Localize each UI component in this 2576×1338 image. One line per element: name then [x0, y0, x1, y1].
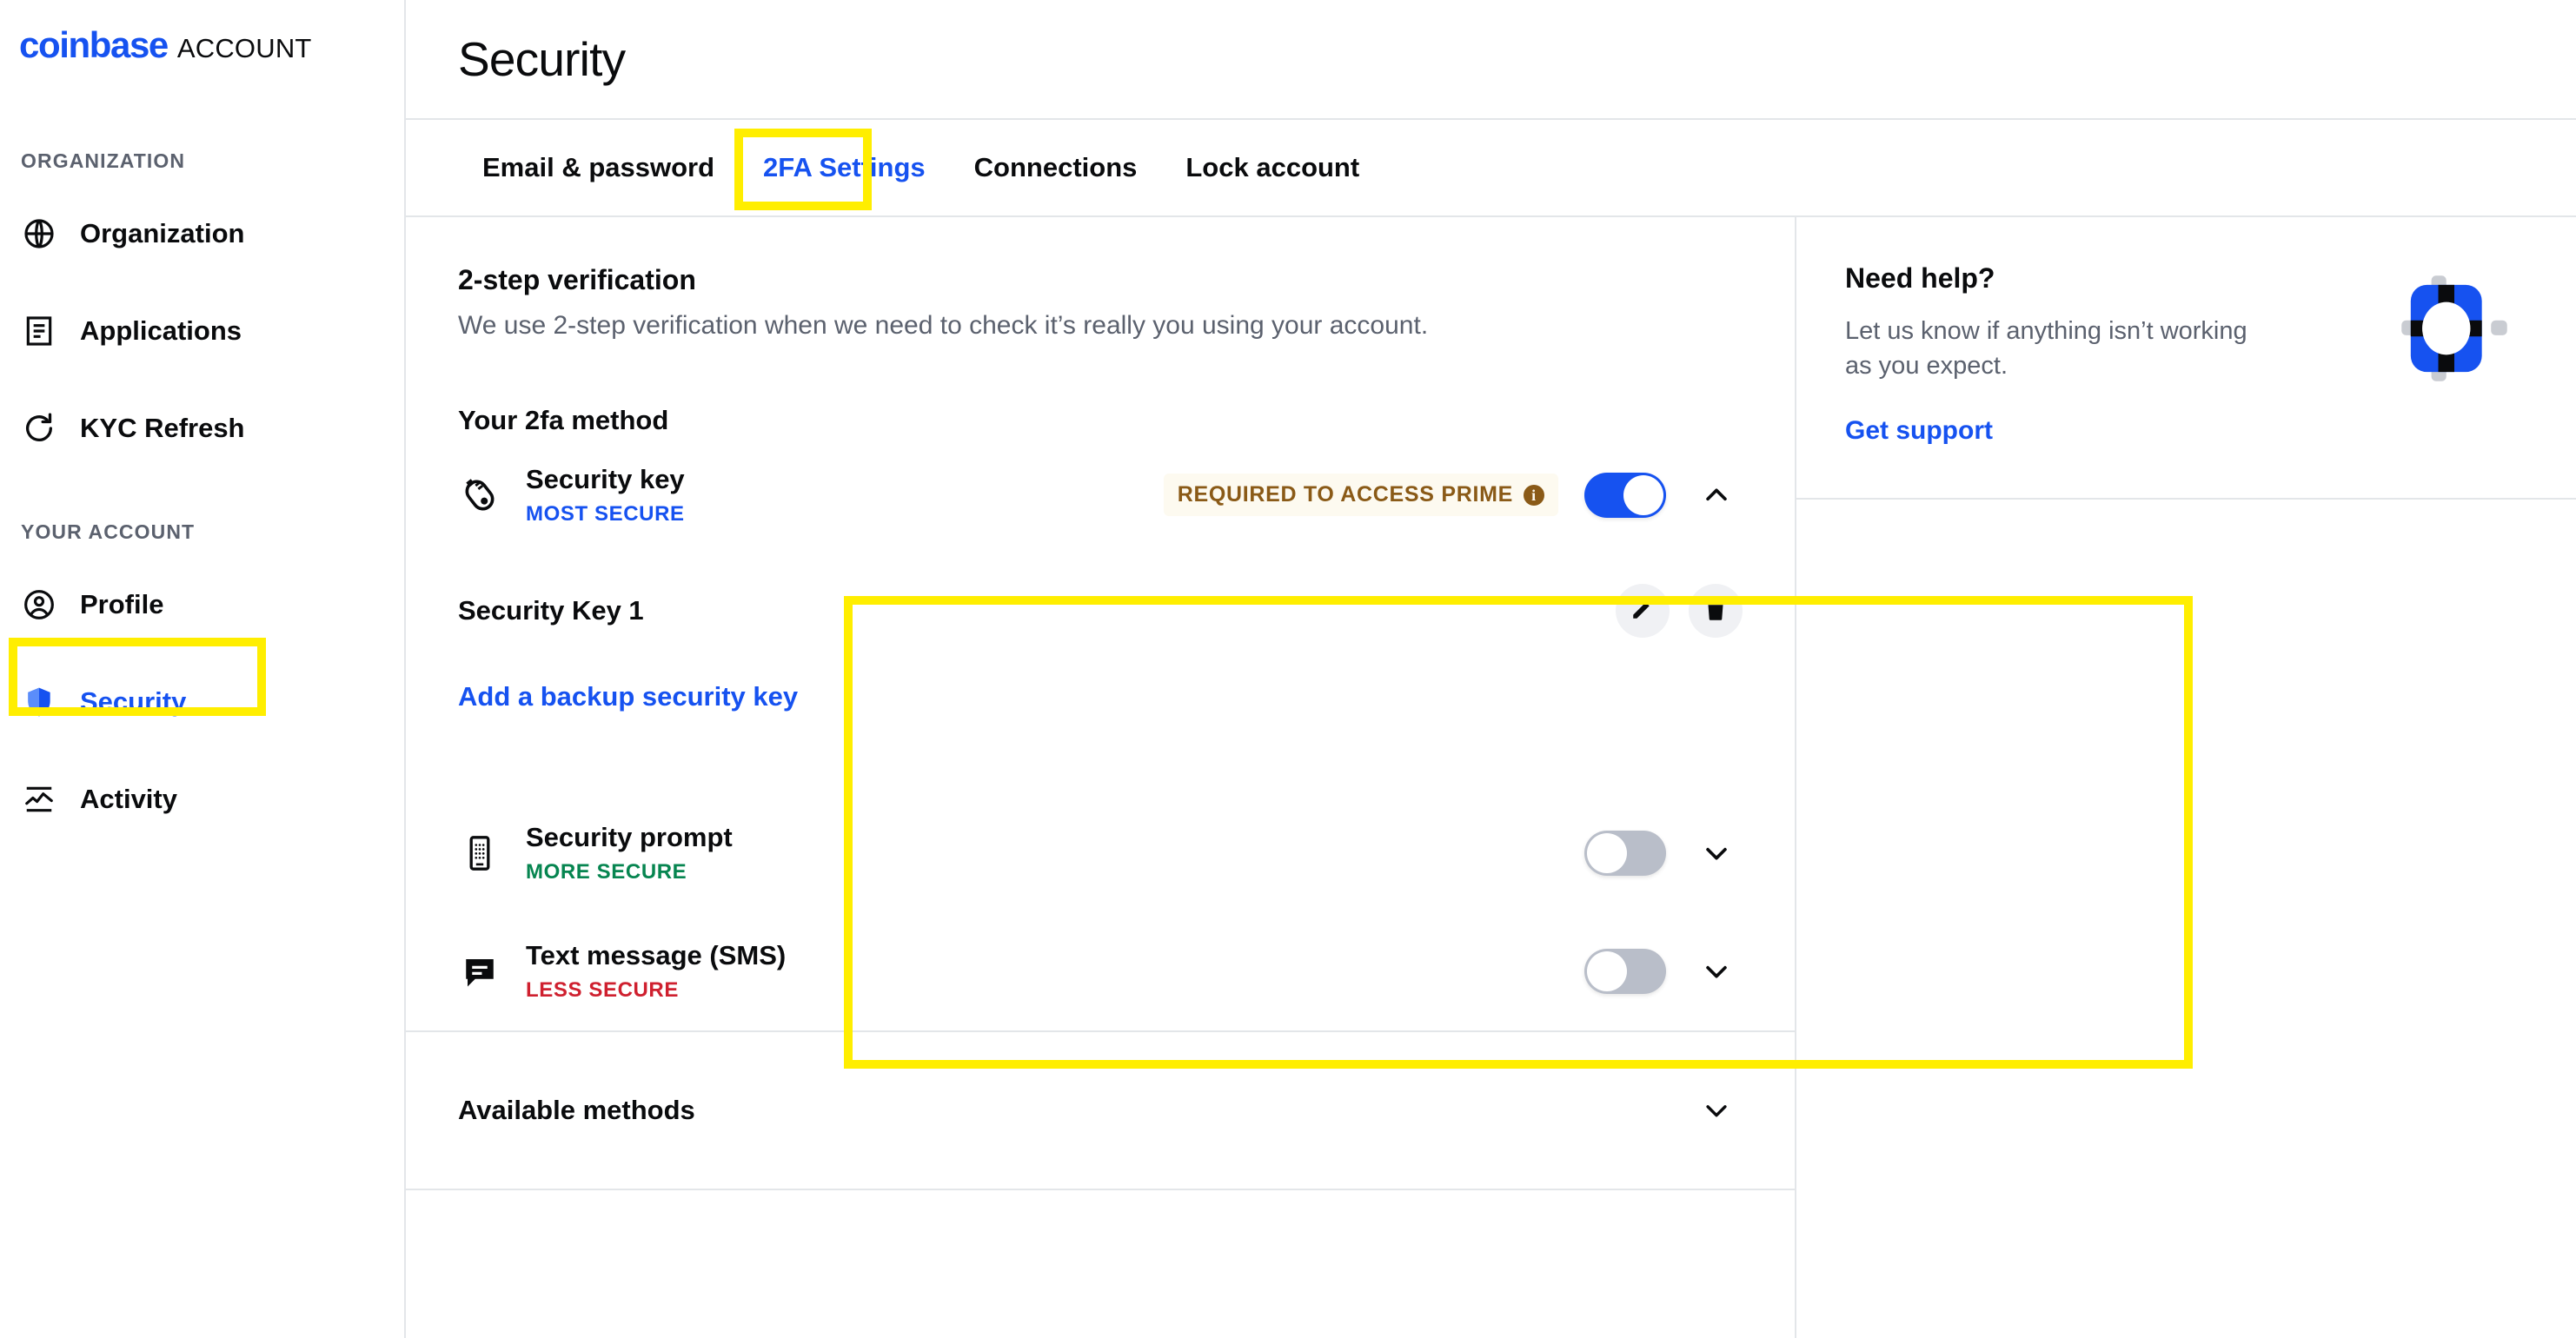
- pencil-icon: [1630, 596, 1656, 625]
- security-prompt-method-text: Security prompt MORE SECURE: [526, 821, 1584, 884]
- your-2fa-method-label: Your 2fa method: [458, 375, 1743, 436]
- required-badge-label: REQUIRED TO ACCESS PRIME: [1178, 482, 1513, 507]
- need-help-title: Need help?: [1845, 262, 2280, 295]
- method-name: Security key: [526, 463, 1164, 497]
- need-help-body: Let us know if anything isn’t working as…: [1845, 314, 2280, 383]
- sidebar-item-label: Activity: [80, 784, 177, 815]
- delete-security-key-button[interactable]: [1689, 584, 1743, 638]
- sidebar-item-label: Security: [80, 686, 186, 718]
- toggle-knob: [1587, 833, 1627, 873]
- security-key-item-row: Security Key 1: [458, 554, 1743, 659]
- add-backup-security-key-link[interactable]: Add a backup security key: [458, 659, 798, 747]
- chevron-down-icon[interactable]: [1690, 838, 1743, 868]
- brand-account-word: ACCOUNT: [177, 33, 312, 64]
- help-sidebar: Need help? Let us know if anything isn’t…: [1796, 217, 2576, 1338]
- tab-lock-account[interactable]: Lock account: [1161, 119, 1384, 216]
- document-list-icon: [21, 313, 57, 349]
- method-name: Security prompt: [526, 821, 1584, 855]
- security-prompt-method-row: Security prompt MORE SECURE: [458, 794, 1743, 912]
- usb-security-key-icon: [458, 475, 501, 515]
- app-root: coinbase ACCOUNT ORGANIZATION Organizati…: [0, 0, 2576, 1338]
- two-step-verification-section: 2-step verification We use 2-step verifi…: [406, 217, 1795, 344]
- sidebar-item-profile[interactable]: Profile: [0, 573, 404, 636]
- life-ring-icon: [2397, 262, 2527, 390]
- sidebar-item-organization[interactable]: Organization: [0, 202, 404, 265]
- toggle-knob: [1587, 951, 1627, 991]
- brand-logo[interactable]: coinbase ACCOUNT: [0, 24, 404, 66]
- tab-email-password[interactable]: Email & password: [458, 119, 739, 216]
- main-column: Security Email & password 2FA Settings C…: [406, 0, 2576, 1338]
- two-step-verification-subtitle: We use 2-step verification when we need …: [458, 308, 1743, 344]
- sms-method-text: Text message (SMS) LESS SECURE: [526, 939, 1584, 1003]
- sms-toggle[interactable]: [1584, 949, 1666, 994]
- sms-method-row: Text message (SMS) LESS SECURE: [458, 912, 1743, 1030]
- security-level-badge: MOST SECURE: [526, 502, 1164, 527]
- sidebar-item-applications[interactable]: Applications: [0, 300, 404, 362]
- security-key-name: Security Key 1: [458, 595, 1597, 626]
- activity-chart-icon: [21, 781, 57, 818]
- your-2fa-method-card: Your 2fa method: [406, 375, 1795, 747]
- sidebar-item-activity[interactable]: Activity: [0, 768, 404, 831]
- security-key-method-row: Security key MOST SECURE REQUIRED TO ACC…: [458, 436, 1743, 554]
- security-level-badge: MORE SECURE: [526, 860, 1584, 884]
- info-icon[interactable]: i: [1524, 485, 1544, 506]
- toggle-knob: [1623, 475, 1663, 515]
- two-step-verification-title: 2-step verification: [458, 264, 1743, 296]
- sidebar-item-kyc-refresh[interactable]: KYC Refresh: [0, 397, 404, 460]
- edit-security-key-button[interactable]: [1616, 584, 1670, 638]
- security-prompt-toggle[interactable]: [1584, 831, 1666, 876]
- required-to-access-prime-badge: REQUIRED TO ACCESS PRIME i: [1164, 474, 1558, 516]
- sidebar-item-label: Organization: [80, 218, 244, 249]
- refresh-icon: [21, 410, 57, 447]
- sidebar-section-organization-label: ORGANIZATION: [0, 149, 404, 173]
- available-methods-row[interactable]: Available methods: [406, 1032, 1795, 1189]
- method-name: Text message (SMS): [526, 939, 1584, 973]
- tab-connections[interactable]: Connections: [950, 119, 1162, 216]
- available-methods-label: Available methods: [458, 1095, 1666, 1126]
- sidebar-section-your-account-label: YOUR ACCOUNT: [0, 520, 404, 544]
- get-support-link[interactable]: Get support: [1845, 416, 1993, 445]
- user-circle-icon: [21, 586, 57, 623]
- sidebar-item-label: Profile: [80, 589, 163, 620]
- section-divider-bottom: [406, 1189, 1795, 1190]
- chevron-down-icon[interactable]: [1690, 1096, 1743, 1125]
- need-help-text-block: Need help? Let us know if anything isn’t…: [1845, 262, 2280, 446]
- need-help-card: Need help? Let us know if anything isn’t…: [1796, 217, 2576, 500]
- security-level-badge: LESS SECURE: [526, 978, 1584, 1003]
- sidebar-item-label: Applications: [80, 315, 242, 347]
- chevron-down-icon[interactable]: [1690, 957, 1743, 986]
- page-title: Security: [458, 31, 625, 87]
- brand-coinbase-wordmark: coinbase: [19, 24, 168, 66]
- sidebar-item-label: KYC Refresh: [80, 413, 245, 444]
- page-header: Security: [406, 0, 2576, 120]
- security-key-toggle[interactable]: [1584, 473, 1666, 518]
- tab-2fa-settings[interactable]: 2FA Settings: [739, 119, 950, 216]
- sidebar-spacer: [0, 460, 404, 520]
- security-key-method-text: Security key MOST SECURE: [526, 463, 1164, 527]
- mobile-phone-icon: [458, 835, 501, 871]
- sidebar-item-security[interactable]: Security: [0, 671, 404, 733]
- shield-icon: [21, 684, 57, 720]
- settings-content: 2-step verification We use 2-step verifi…: [406, 217, 1796, 1338]
- globe-icon: [21, 215, 57, 252]
- trash-icon: [1703, 596, 1729, 625]
- chat-bubble-icon: [458, 953, 501, 990]
- other-methods-list: Security prompt MORE SECURE: [406, 778, 1795, 1030]
- tab-bar: Email & password 2FA Settings Connection…: [406, 120, 2576, 217]
- content-wrapper: 2-step verification We use 2-step verifi…: [406, 217, 2576, 1338]
- chevron-up-icon[interactable]: [1690, 480, 1743, 510]
- sidebar: coinbase ACCOUNT ORGANIZATION Organizati…: [0, 0, 406, 1338]
